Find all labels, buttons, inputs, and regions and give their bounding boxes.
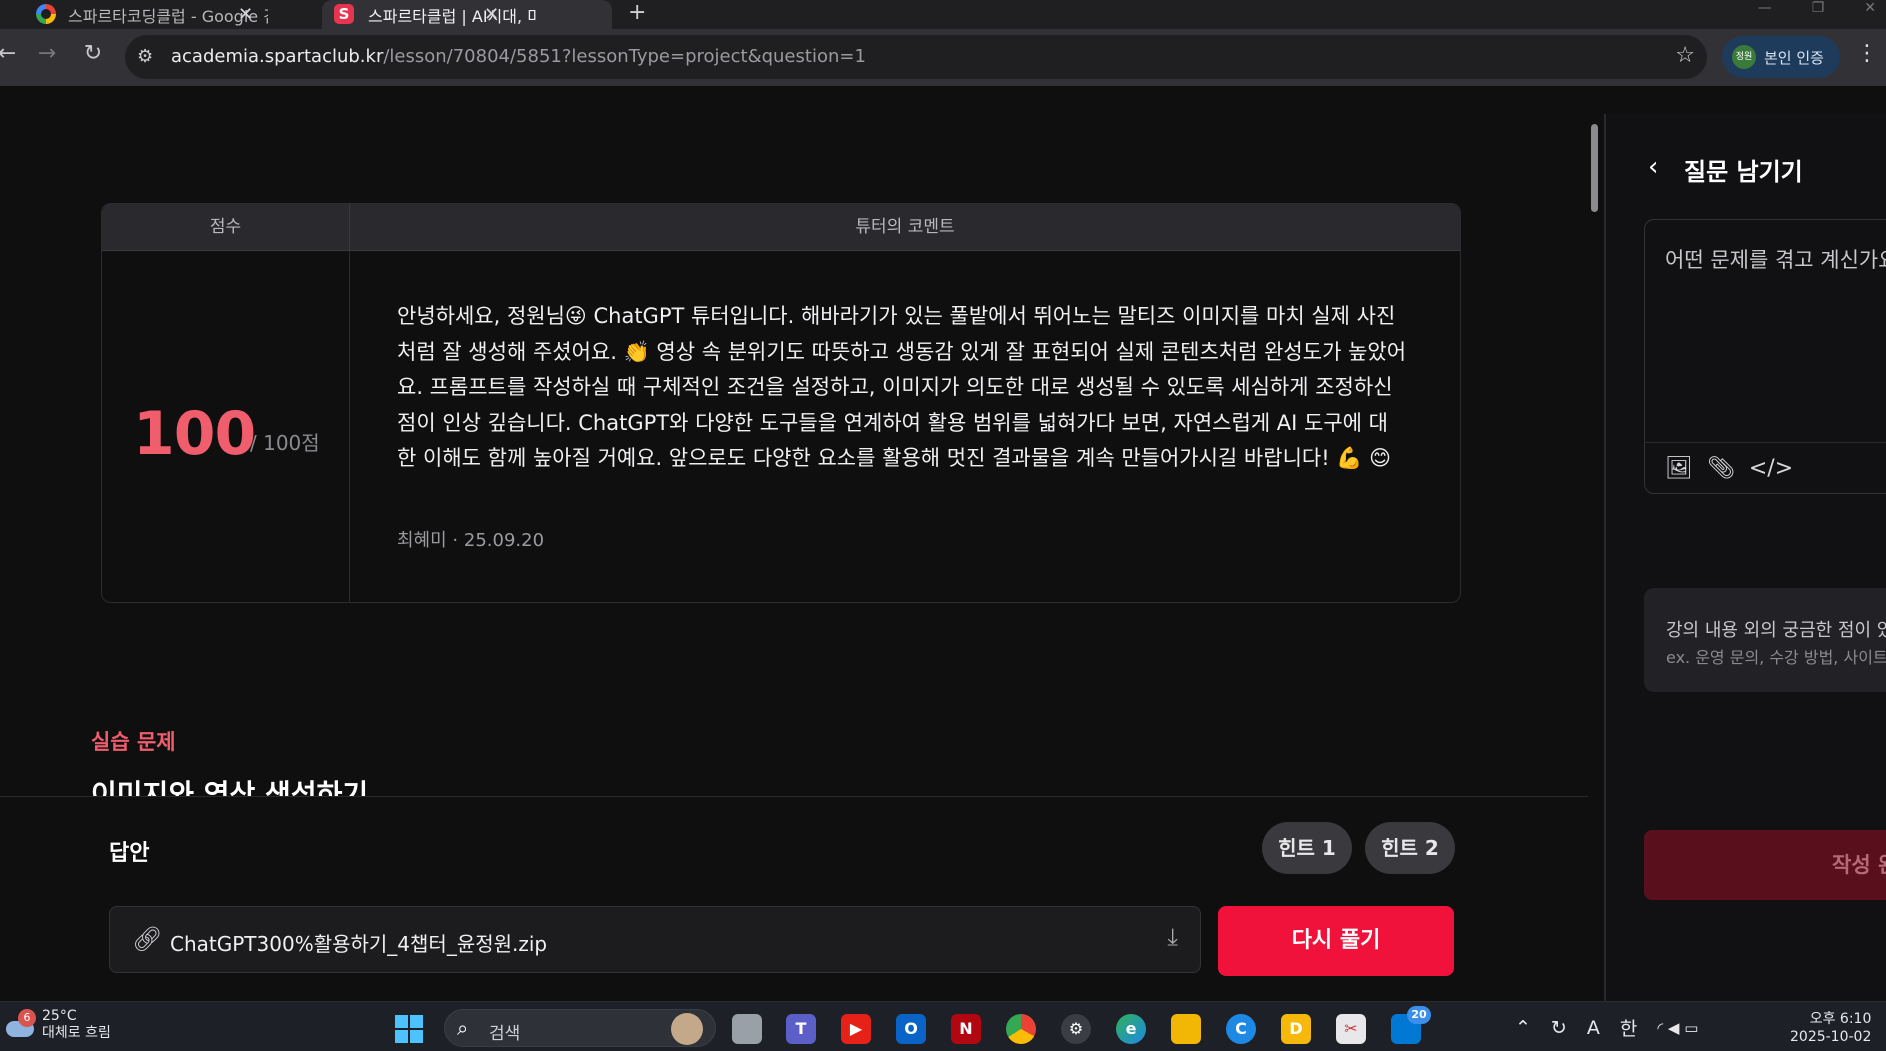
image-icon[interactable]: 🖼︎ xyxy=(1665,456,1693,481)
site-settings-icon[interactable]: ⚙ xyxy=(137,46,153,67)
windows-start-icon[interactable] xyxy=(395,1015,423,1043)
clock[interactable]: 오후 6:10 2025-10-02 xyxy=(1790,1010,1871,1046)
side-panel-title: 질문 남기기 xyxy=(1684,158,1803,186)
tab-strip: 스파르타코딩클럽 - Google 검색 ✕ S 스파르타클럽 | AI시대, … xyxy=(0,0,1886,29)
weather-description: 대체로 흐림 xyxy=(42,1025,111,1041)
divider xyxy=(1645,442,1886,443)
file-name[interactable]: ChatGPT300%활용하기_4챕터_윤정원.zip xyxy=(170,928,547,957)
identity-verify-button[interactable]: 정원 본인 인증 xyxy=(1722,36,1840,78)
paperclip-icon[interactable]: 📎︎ xyxy=(1707,456,1735,481)
link-icon: 🔗︎ xyxy=(132,925,163,953)
tab-title: 스파르타클럽 | AI시대, 미래를 xyxy=(368,6,538,26)
score-card-header: 점수 튜터의 코멘트 xyxy=(102,204,1460,251)
scrollbar-thumb[interactable] xyxy=(1591,124,1598,212)
ime-indicator[interactable]: 한 xyxy=(1620,1014,1637,1041)
chrome-icon[interactable] xyxy=(1006,1014,1036,1044)
browser-app-icon[interactable]: C xyxy=(1226,1014,1256,1044)
browser-menu-icon[interactable]: ⋮ xyxy=(1856,41,1878,66)
weather-widget[interactable]: 6 25°C 대체로 흐림 xyxy=(6,1008,111,1042)
hint-1-button[interactable]: 힌트 1 xyxy=(1262,822,1352,874)
download-icon[interactable]: ⤓ xyxy=(1167,923,1178,951)
search-icon: ⌕ xyxy=(457,1016,469,1040)
font-icon[interactable]: A xyxy=(1587,1017,1600,1039)
retry-button[interactable]: 다시 풀기 xyxy=(1218,906,1454,976)
chevron-up-icon[interactable]: ⌃ xyxy=(1515,1017,1531,1039)
tab-spartaclub[interactable]: S 스파르타클럽 | AI시대, 미래를 ✕ xyxy=(322,0,612,29)
hint-2-button[interactable]: 힌트 2 xyxy=(1365,822,1455,874)
bookmark-star-icon[interactable]: ☆ xyxy=(1675,43,1695,68)
file-explorer-icon[interactable] xyxy=(1171,1014,1201,1044)
windows-taskbar: 6 25°C 대체로 흐림 ⌕ 검색 T ▶ O N ⚙ e C D ✂ 20 … xyxy=(0,1001,1886,1051)
comment-column-header: 튜터의 코멘트 xyxy=(855,217,955,237)
snipping-tool-icon[interactable]: ✂ xyxy=(1336,1014,1366,1044)
question-side-panel: ‹ 질문 남기기 어떤 문제를 겪고 계신가요 🖼︎ 📎︎ </> 강의 내용 … xyxy=(1604,114,1886,1001)
settings-icon[interactable]: ⚙ xyxy=(1061,1014,1091,1044)
chevron-left-icon[interactable]: ‹ xyxy=(1648,152,1658,182)
minimize-icon[interactable]: — xyxy=(1758,0,1772,16)
search-label: 검색 xyxy=(489,1024,521,1044)
teams-icon[interactable]: T xyxy=(786,1014,816,1044)
question-input[interactable]: 어떤 문제를 겪고 계신가요 🖼︎ 📎︎ </> xyxy=(1644,219,1886,494)
question-toolbar: 🖼︎ 📎︎ </> xyxy=(1665,456,1793,481)
reload-button[interactable]: ↻ xyxy=(78,41,108,66)
score-max: / 100점 xyxy=(250,431,320,455)
maximize-icon[interactable]: ❐ xyxy=(1812,0,1825,16)
youtube-icon[interactable]: ▶ xyxy=(841,1014,871,1044)
info-text: 강의 내용 외의 궁금한 점이 있 xyxy=(1666,620,1886,641)
address-bar[interactable]: ⚙ academia.spartaclub.kr/lesson/70804/58… xyxy=(125,35,1707,79)
info-box: 강의 내용 외의 궁금한 점이 있 ex. 운영 문의, 수강 방법, 사이트 xyxy=(1644,588,1886,692)
cloud-icon: 6 xyxy=(6,1009,36,1039)
code-icon[interactable]: </> xyxy=(1749,456,1793,481)
browser-toolbar: ← → ↻ ⚙ academia.spartaclub.kr/lesson/70… xyxy=(0,29,1886,86)
netflix-icon[interactable]: N xyxy=(951,1014,981,1044)
score-column-header: 점수 xyxy=(102,204,350,251)
outlook-icon[interactable]: O xyxy=(896,1014,926,1044)
comment-date: 25.09.20 xyxy=(463,530,545,551)
temperature: 25°C xyxy=(42,1008,77,1024)
forward-button[interactable]: → xyxy=(32,41,62,66)
task-view-icon[interactable] xyxy=(732,1014,762,1044)
submit-button[interactable]: 작성 완 xyxy=(1644,830,1886,900)
profile-badge-icon: 정원 xyxy=(1732,45,1756,69)
taskbar-search[interactable]: ⌕ 검색 xyxy=(444,1009,716,1047)
comment-cell: 안녕하세요, 정원님😜 ChatGPT 튜터입니다. 해바라기가 있는 풀밭에서… xyxy=(350,251,1460,602)
edge-icon[interactable]: e xyxy=(1116,1014,1146,1044)
back-button[interactable]: ← xyxy=(0,41,22,66)
score-card: 점수 튜터의 코멘트 100 / 100점 안녕하세요, 정원님😜 ChatGP… xyxy=(101,203,1461,603)
wifi-volume-battery-icons[interactable]: ◜ ◀ ▭ xyxy=(1657,1019,1698,1037)
time: 오후 6:10 xyxy=(1809,1011,1872,1027)
url-text[interactable]: academia.spartaclub.kr/lesson/70804/5851… xyxy=(171,46,866,67)
exercise-label: 실습 문제 xyxy=(91,730,176,754)
comment-meta: 최혜미 · 25.09.20 xyxy=(397,530,545,551)
comment-author: 최혜미 xyxy=(397,530,447,551)
system-tray: ⌃ ↻ A 한 ◜ ◀ ▭ xyxy=(1515,1014,1698,1041)
sync-icon[interactable]: ↻ xyxy=(1551,1017,1567,1039)
store-icon[interactable]: 20 xyxy=(1391,1006,1431,1044)
close-window-icon[interactable]: ✕ xyxy=(1864,0,1876,16)
weather-text: 25°C 대체로 흐림 xyxy=(42,1008,111,1042)
window-controls: — ❐ ✕ xyxy=(1758,0,1876,16)
sparta-favicon-icon: S xyxy=(334,4,354,24)
score-cell: 100 / 100점 xyxy=(102,251,350,602)
search-highlight-image xyxy=(671,1013,703,1045)
close-tab-icon[interactable]: ✕ xyxy=(238,4,253,25)
score-value: 100 xyxy=(133,399,256,469)
info-example: ex. 운영 문의, 수강 방법, 사이트 xyxy=(1666,648,1886,667)
close-tab-icon[interactable]: ✕ xyxy=(484,4,499,25)
question-placeholder: 어떤 문제를 겪고 계신가요 xyxy=(1665,248,1886,272)
new-tab-button[interactable]: + xyxy=(628,0,646,26)
d-app-icon[interactable]: D xyxy=(1281,1014,1311,1044)
lesson-page: 점수 튜터의 코멘트 100 / 100점 안녕하세요, 정원님😜 ChatGP… xyxy=(0,86,1600,1001)
notification-badge: 20 xyxy=(1407,1006,1431,1024)
google-favicon-icon xyxy=(36,4,56,24)
verify-label: 본인 인증 xyxy=(1764,48,1824,67)
date: 2025-10-02 xyxy=(1790,1029,1872,1045)
answer-file[interactable]: 🔗︎ ChatGPT300%활용하기_4챕터_윤정원.zip ⤓ xyxy=(109,906,1201,973)
answer-panel: 답안 힌트 1 힌트 2 🔗︎ ChatGPT300%활용하기_4챕터_윤정원.… xyxy=(0,796,1588,1001)
tutor-comment: 안녕하세요, 정원님😜 ChatGPT 튜터입니다. 해바라기가 있는 풀밭에서… xyxy=(397,304,1407,470)
page-scrollbar[interactable] xyxy=(1588,114,1600,1000)
answer-label: 답안 xyxy=(109,841,150,866)
weather-badge: 6 xyxy=(18,1009,36,1027)
tab-google-search[interactable]: 스파르타코딩클럽 - Google 검색 ✕ xyxy=(0,0,320,29)
